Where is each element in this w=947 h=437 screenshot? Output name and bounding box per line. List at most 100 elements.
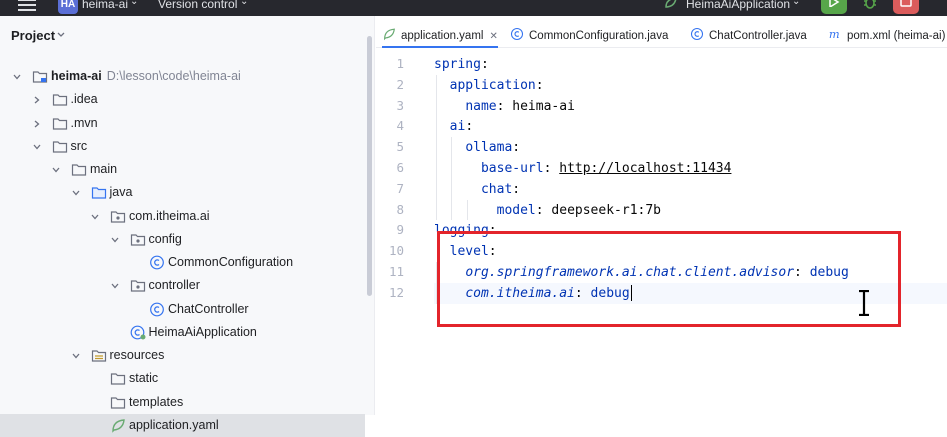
panel-title[interactable]: Project — [11, 28, 55, 43]
line-number: 10 — [388, 243, 404, 259]
indent-guide — [435, 74, 437, 221]
chevron-down-icon[interactable]: ⌄ — [240, 0, 248, 7]
code-line[interactable]: chat: — [434, 179, 947, 200]
code-line[interactable]: level: — [434, 241, 947, 262]
yaml-key: org.springframework.ai.chat.client.advis… — [465, 265, 795, 280]
svg-text:m: m — [829, 27, 840, 41]
folder-icon — [52, 94, 67, 106]
project-badge[interactable]: HA — [58, 0, 78, 14]
yaml-key: application — [449, 77, 536, 93]
indent-guide — [451, 137, 453, 221]
code-line[interactable]: application: — [434, 75, 947, 96]
tree-item[interactable]: .mvn — [0, 112, 375, 135]
indent-guide — [466, 199, 468, 221]
editor-tab[interactable]: application.yaml ✕ — [382, 16, 498, 48]
tree-item-label: src — [70, 138, 88, 153]
code-line[interactable]: ai: — [434, 116, 947, 137]
code-line[interactable]: ollama: — [434, 137, 947, 158]
tree-item[interactable]: heima-ai D:\lesson\code\heima-ai — [0, 65, 375, 88]
tree-item-label: .mvn — [70, 115, 98, 130]
editor-tab[interactable]: ChatController.java — [690, 16, 807, 48]
tree-item[interactable]: com.itheima.ai — [0, 205, 375, 228]
chevron-down-icon[interactable] — [51, 165, 61, 175]
editor-tab[interactable]: m pom.xml (heima-ai) — [828, 16, 946, 48]
line-number: 3 — [396, 97, 404, 113]
tree-item-label: resources — [109, 348, 165, 362]
tree-item[interactable]: HeimaAiApplication — [0, 321, 375, 344]
yaml-value: heima-ai — [512, 98, 575, 114]
scrollbar-thumb[interactable] — [367, 36, 372, 296]
class-icon — [690, 27, 704, 41]
tree-item-label: application.yaml — [129, 417, 219, 432]
yaml-icon — [384, 28, 395, 41]
module-folder-icon — [32, 71, 48, 83]
code-line[interactable]: name: heima-ai — [434, 96, 947, 117]
tree-item[interactable]: CommonConfiguration — [0, 251, 375, 274]
tree-item-label: templates — [129, 394, 184, 409]
chevron-down-icon[interactable] — [71, 351, 81, 361]
project-selector[interactable]: heima-ai — [82, 0, 128, 11]
folder-icon — [110, 396, 126, 409]
tree-item[interactable]: .idea — [0, 88, 375, 111]
chevron-right-icon[interactable] — [32, 95, 42, 105]
editor-tab-label: pom.xml (heima-ai) — [847, 30, 946, 42]
text-cursor-icon — [859, 290, 869, 316]
tree-item-label: java — [109, 185, 133, 200]
tree-item[interactable]: main — [0, 158, 375, 181]
yaml-key: ai — [449, 119, 466, 135]
tree-item[interactable]: templates — [0, 391, 375, 414]
line-number: 9 — [396, 222, 404, 238]
tree-item-label: static — [129, 371, 159, 386]
chevron-down-icon[interactable] — [110, 281, 120, 291]
chevron-down-icon[interactable]: ⌄ — [130, 0, 138, 7]
yaml-key: name — [465, 98, 497, 114]
chevron-down-icon[interactable] — [110, 235, 120, 245]
stop-button[interactable] — [893, 0, 919, 14]
debug-button[interactable] — [857, 0, 883, 14]
line-number: 7 — [396, 180, 404, 196]
spring-class-icon — [130, 325, 145, 340]
editor-tab[interactable]: CommonConfiguration.java — [510, 16, 668, 48]
chevron-down-icon[interactable] — [32, 142, 42, 152]
yaml-key: logging — [434, 223, 489, 239]
tree-item[interactable]: controller — [0, 274, 375, 297]
code-line[interactable]: model: deepseek-r1:7b — [434, 200, 947, 221]
class-icon — [150, 302, 164, 316]
yaml-key: base-url — [480, 161, 544, 176]
tree-item[interactable]: ChatController — [0, 298, 375, 321]
code-line[interactable]: base-url: http://localhost:11434 — [434, 158, 947, 179]
run-configuration-selector[interactable]: HeimaAiApplication — [686, 0, 790, 11]
chevron-down-icon[interactable] — [90, 212, 100, 222]
yaml-key: ollama — [465, 140, 513, 156]
run-button[interactable] — [821, 0, 847, 14]
tree-item-label: CommonConfiguration — [168, 255, 294, 269]
code-line[interactable]: logging: — [434, 220, 947, 241]
line-number: 4 — [396, 118, 404, 134]
tree-item[interactable]: java — [0, 181, 375, 204]
tree-item[interactable]: src — [0, 135, 375, 158]
chevron-down-icon[interactable]: ⌄ — [792, 0, 800, 7]
spring-boot-icon — [664, 0, 678, 12]
tree-item[interactable]: static — [0, 367, 375, 390]
line-number: 5 — [396, 139, 404, 155]
chevron-down-icon[interactable] — [12, 72, 22, 82]
tree-item-label: com.itheima.ai — [129, 208, 210, 223]
line-number: 11 — [388, 264, 404, 279]
tree-item[interactable]: config — [0, 228, 375, 251]
main-menu-icon[interactable] — [18, 0, 36, 14]
tree-item[interactable]: resources — [0, 344, 375, 367]
code-line[interactable]: spring: — [434, 54, 947, 75]
line-number: 12 — [388, 284, 404, 300]
chevron-down-icon[interactable] — [71, 188, 81, 198]
chevron-down-icon[interactable] — [56, 30, 66, 40]
editor-tabs: application.yaml ✕ CommonConfiguration.jav… — [376, 16, 947, 48]
tree-item-label: ChatController — [168, 301, 249, 316]
code-line[interactable]: org.springframework.ai.chat.client.advis… — [434, 262, 947, 283]
line-number: 1 — [396, 56, 404, 71]
resources-folder-icon — [91, 350, 106, 362]
tree-item-label: HeimaAiApplication — [148, 324, 257, 339]
version-control-menu[interactable]: Version control — [158, 0, 237, 11]
code-editor[interactable]: spring: application: name: heima-ai ai: … — [434, 49, 947, 415]
chevron-right-icon[interactable] — [32, 119, 42, 129]
tree-item[interactable]: application.yaml — [0, 413, 365, 437]
